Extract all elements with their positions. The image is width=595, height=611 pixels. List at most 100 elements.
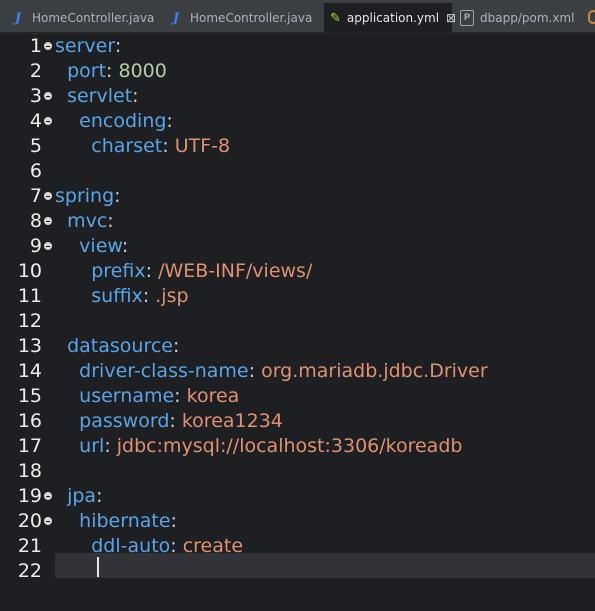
yaml-separator: : — [170, 510, 177, 532]
line-number: 17 — [17, 435, 42, 457]
yaml-key: driver-class-name — [79, 360, 249, 382]
code-line[interactable]: 17 url: jdbc:mysql://localhost:3306/kore… — [0, 434, 595, 459]
code-line[interactable]: 21 ddl-auto: create — [0, 534, 595, 559]
yaml-key: hibernate — [79, 510, 171, 532]
code-line[interactable]: 10 prefix: /WEB-INF/views/ — [0, 259, 595, 284]
line-number: 13 — [17, 335, 42, 357]
code-text: encoding: — [55, 109, 173, 134]
code-line[interactable]: 5 charset: UTF-8 — [0, 134, 595, 159]
line-number: 2 — [29, 60, 42, 82]
line-number: 10 — [17, 260, 42, 282]
tab-home-controller-2[interactable]: J HomeController.java — [168, 4, 318, 32]
line-number: 1 — [29, 35, 42, 57]
line-number: 19 — [17, 485, 42, 507]
code-text: server: — [55, 34, 121, 59]
yaml-key: datasource — [67, 335, 173, 357]
code-line[interactable]: 1 server: — [0, 34, 595, 59]
yaml-separator: : — [106, 60, 119, 82]
code-editor[interactable]: 1 server: 2 port: 8000 3 servlet: 4 encoding… — [0, 34, 595, 611]
fold-toggle-icon[interactable] — [44, 492, 52, 500]
fold-toggle-icon[interactable] — [44, 217, 52, 225]
yaml-key: prefix — [91, 260, 146, 282]
code-text: charset: UTF-8 — [55, 134, 230, 159]
code-line[interactable]: 19 jpa: — [0, 484, 595, 509]
tab-pom-xml[interactable]: P dbapp/pom.xml — [460, 4, 590, 32]
fold-toggle-icon[interactable] — [44, 42, 52, 50]
code-line[interactable]: 2 port: 8000 — [0, 59, 595, 84]
code-line[interactable]: 11 suffix: .jsp — [0, 284, 595, 309]
yaml-value: 8000 — [118, 60, 167, 82]
yaml-separator: : — [162, 135, 175, 157]
yaml-value: .jsp — [155, 285, 189, 307]
code-line[interactable]: 20 hibernate: — [0, 509, 595, 534]
close-tab-icon[interactable]: ⊠ — [446, 11, 456, 25]
yaml-key: view — [79, 235, 122, 257]
yaml-separator: : — [104, 435, 117, 457]
code-text: prefix: /WEB-INF/views/ — [55, 259, 312, 284]
yaml-value: UTF-8 — [174, 135, 231, 157]
line-number: 21 — [17, 535, 42, 557]
code-line[interactable]: 22 — [0, 559, 595, 584]
java-file-icon: J — [172, 10, 180, 26]
yaml-separator: : — [174, 385, 187, 407]
code-text: servlet: — [55, 84, 138, 109]
fold-toggle-icon[interactable] — [44, 517, 52, 525]
tab-label: HomeController.java — [32, 11, 155, 25]
yaml-separator: : — [142, 285, 156, 307]
yaml-key: charset — [91, 135, 163, 157]
tab-label: HomeController.java — [190, 11, 313, 25]
yaml-key: server — [55, 35, 115, 57]
code-text: suffix: .jsp — [55, 284, 189, 309]
yaml-file-icon: ✎ — [330, 10, 341, 26]
code-text: url: jdbc:mysql://localhost:3306/koreadb — [55, 434, 462, 459]
code-line[interactable]: 6 — [0, 159, 595, 184]
code-text: jpa: — [55, 484, 102, 509]
code-line[interactable]: 16 password: korea1234 — [0, 409, 595, 434]
fold-toggle-icon[interactable] — [44, 117, 52, 125]
code-text: view: — [55, 234, 128, 259]
line-number: 18 — [17, 460, 42, 482]
code-text: spring: — [55, 184, 121, 209]
yaml-separator: : — [248, 360, 262, 382]
tab-label: dbapp/pom.xml — [480, 11, 575, 25]
line-number: 4 — [29, 110, 42, 132]
yaml-value: org.mariadb.jdbc.Driver — [261, 360, 488, 382]
tab-application-yml[interactable]: ✎ application.yml ⊠ — [324, 3, 456, 33]
code-line[interactable]: 4 encoding: — [0, 109, 595, 134]
fold-toggle-icon[interactable] — [44, 92, 52, 100]
line-number: 16 — [17, 410, 42, 432]
yaml-separator: : — [170, 535, 183, 557]
code-line[interactable]: 9 view: — [0, 234, 595, 259]
yaml-value: create — [182, 535, 244, 557]
fold-toggle-icon[interactable] — [44, 192, 52, 200]
tab-home-controller-1[interactable]: J HomeController.java — [10, 4, 160, 32]
code-line[interactable]: 3 servlet: — [0, 84, 595, 109]
yaml-key: username — [79, 385, 175, 407]
code-line[interactable]: 15 username: korea — [0, 384, 595, 409]
editor-tab-bar: J HomeController.java J HomeController.j… — [0, 0, 595, 33]
line-number: 12 — [17, 310, 42, 332]
code-line[interactable]: 8 mvc: — [0, 209, 595, 234]
code-line[interactable]: 18 — [0, 459, 595, 484]
code-line[interactable]: 13 datasource: — [0, 334, 595, 359]
fold-toggle-icon[interactable] — [44, 242, 52, 250]
line-number: 22 — [17, 560, 42, 582]
code-line[interactable]: 14 driver-class-name: org.mariadb.jdbc.D… — [0, 359, 595, 384]
yaml-key: jpa — [67, 485, 97, 507]
yaml-key: port — [67, 60, 107, 82]
code-line[interactable]: 7 spring: — [0, 184, 595, 209]
yaml-value: korea — [186, 385, 240, 407]
yaml-separator: : — [169, 410, 182, 432]
yaml-separator: : — [173, 335, 180, 357]
code-line[interactable]: 12 — [0, 309, 595, 334]
overflow-tab-icon[interactable] — [588, 10, 595, 24]
